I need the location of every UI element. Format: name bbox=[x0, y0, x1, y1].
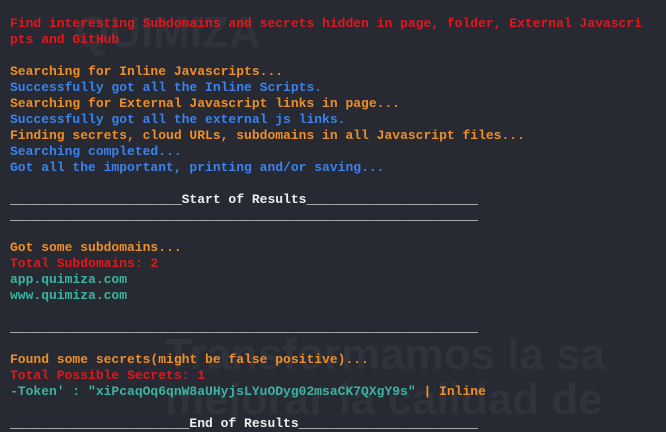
secrets-total: Total Possible Secrets: 1 bbox=[10, 368, 206, 383]
subdomains-heading: Got some subdomains... bbox=[10, 240, 182, 255]
log-line: Searching for Inline Javascripts... bbox=[10, 64, 284, 79]
separator: ________________________________________… bbox=[10, 208, 479, 223]
separator: ________________________________________… bbox=[10, 320, 479, 335]
tool-description: Find interesting Subdomains and secrets … bbox=[10, 16, 642, 31]
log-line: Searching completed... bbox=[10, 144, 182, 159]
secret-item: -Token' : "xiPcaqOq6qnW8aUHyjsLYuODyg02m… bbox=[10, 384, 660, 400]
secret-value: -Token' : "xiPcaqOq6qnW8aUHyjsLYuODyg02m… bbox=[10, 384, 416, 399]
subdomains-total: Total Subdomains: 2 bbox=[10, 256, 159, 271]
results-end-header: _______________________End of Results___… bbox=[10, 416, 479, 431]
log-line: Searching for External Javascript links … bbox=[10, 96, 401, 111]
subdomain-item: app.quimiza.com bbox=[10, 272, 128, 287]
secrets-heading: Found some secrets(might be false positi… bbox=[10, 352, 369, 367]
tool-description-cont: pts and GitHub bbox=[10, 32, 120, 47]
subdomain-item: www.quimiza.com bbox=[10, 288, 128, 303]
log-line: Got all the important, printing and/or s… bbox=[10, 160, 385, 175]
results-start-header: ______________________Start of Results__… bbox=[10, 192, 479, 207]
log-line: Finding secrets, cloud URLs, subdomains … bbox=[10, 128, 525, 143]
terminal-output: Find interesting Subdomains and secrets … bbox=[10, 16, 660, 432]
secret-source: | Inline bbox=[415, 384, 486, 399]
log-line: Successfully got all the external js lin… bbox=[10, 112, 346, 127]
log-line: Successfully got all the Inline Scripts. bbox=[10, 80, 323, 95]
